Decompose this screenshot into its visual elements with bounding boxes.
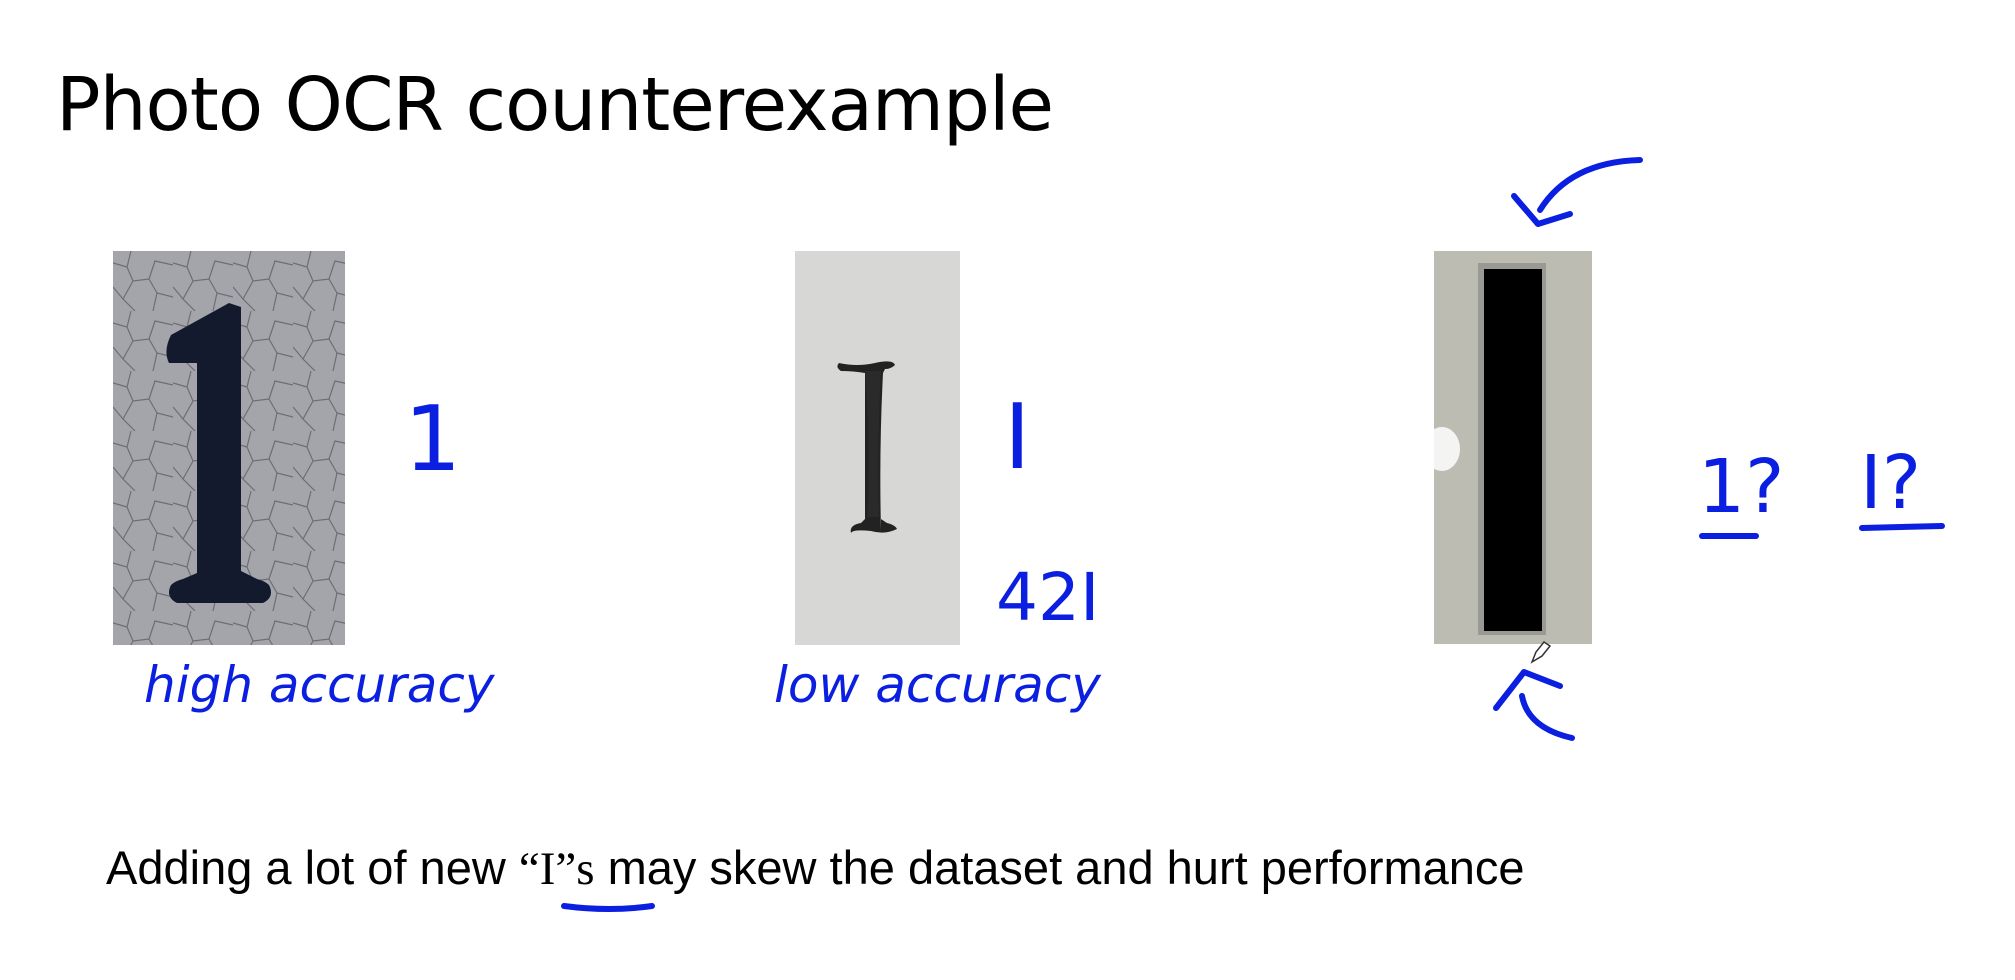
footer-text-after: may skew the dataset and hurt performanc… xyxy=(594,841,1525,894)
note-low-accuracy: low accuracy xyxy=(774,656,1102,714)
arrow-bottom-head xyxy=(1493,669,1563,711)
label-42i: 42I xyxy=(996,559,1099,636)
note-high-accuracy: high accuracy xyxy=(144,656,496,714)
pen-cursor-icon xyxy=(1530,640,1552,664)
footer-statement: Adding a lot of new “I”s may skew the da… xyxy=(106,840,1525,896)
label-i: I xyxy=(1004,385,1031,490)
footer-quoted-i: “I”s xyxy=(518,843,595,895)
photo-letter-i xyxy=(795,251,960,645)
photo-digit-one xyxy=(113,251,345,645)
label-one-question: 1? xyxy=(1698,444,1784,530)
underline-quoted-i xyxy=(561,903,655,912)
arrow-top-head xyxy=(1511,193,1573,227)
arrow-bottom-curve xyxy=(1519,693,1575,741)
label-i-question: I? xyxy=(1860,440,1921,526)
slide-title: Photo OCR counterexample xyxy=(56,62,1054,148)
label-one: 1 xyxy=(404,387,461,492)
photo-black-bar xyxy=(1434,251,1592,644)
arrow-top-curve xyxy=(1537,157,1643,213)
footer-text-before: Adding a lot of new xyxy=(106,841,519,894)
underline-i xyxy=(1859,523,1945,531)
